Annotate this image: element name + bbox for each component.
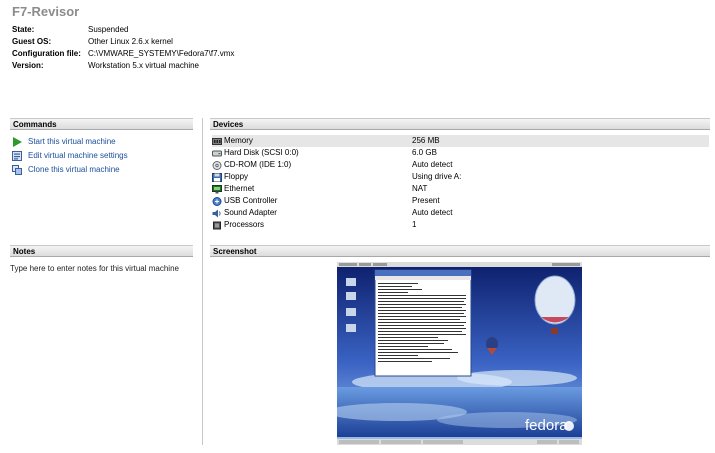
vm-title: F7-Revisor xyxy=(12,4,80,19)
device-name: USB Controller xyxy=(224,196,278,205)
edit-vm-settings-label: Edit virtual machine settings xyxy=(28,151,128,160)
device-row-memory[interactable]: Memory 256 MB xyxy=(212,135,709,147)
processor-icon xyxy=(212,221,222,230)
settings-icon xyxy=(12,151,22,161)
notes-header: Notes xyxy=(10,245,193,257)
device-name: Hard Disk (SCSI 0:0) xyxy=(224,148,299,157)
edit-vm-settings-button[interactable]: Edit virtual machine settings xyxy=(12,150,128,162)
device-name: Memory xyxy=(224,136,253,145)
info-row-config-file: Configuration file: C:\VMWARE_SYSTEMY\Fe… xyxy=(12,48,234,60)
info-key: Guest OS: xyxy=(12,37,52,46)
device-value: 256 MB xyxy=(412,136,440,145)
cdrom-icon xyxy=(212,160,222,170)
panel-divider xyxy=(202,118,203,445)
info-key: Version: xyxy=(12,61,44,70)
clone-vm-button[interactable]: Clone this virtual machine xyxy=(12,164,120,176)
device-value: Present xyxy=(412,196,440,205)
notes-field[interactable]: Type here to enter notes for this virtua… xyxy=(10,264,179,273)
device-row-usb[interactable]: USB Controller Present xyxy=(212,195,709,207)
usb-icon xyxy=(212,196,222,206)
info-row-state: State: Suspended xyxy=(12,24,234,36)
clone-icon xyxy=(12,165,22,175)
device-name: Processors xyxy=(224,220,265,229)
device-name: Sound Adapter xyxy=(224,208,277,217)
screenshot-header: Screenshot xyxy=(210,245,710,257)
device-row-hard-disk[interactable]: Hard Disk (SCSI 0:0) 6.0 GB xyxy=(212,147,709,159)
info-key: State: xyxy=(12,25,35,34)
devices-header: Devices xyxy=(210,118,710,130)
device-value: Auto detect xyxy=(412,208,453,217)
info-value: C:\VMWARE_SYSTEMY\Fedora7\f7.vmx xyxy=(88,49,235,58)
vm-info: State: Suspended Guest OS: Other Linux 2… xyxy=(12,24,234,72)
device-row-ethernet[interactable]: Ethernet NAT xyxy=(212,183,709,195)
floppy-icon xyxy=(212,172,222,182)
fedora-logo-text: fedora xyxy=(525,417,568,434)
device-value: 1 xyxy=(412,220,417,229)
device-name: CD-ROM (IDE 1:0) xyxy=(224,160,292,169)
ethernet-icon xyxy=(212,184,222,194)
info-value: Other Linux 2.6.x kernel xyxy=(88,37,173,46)
start-vm-button[interactable]: Start this virtual machine xyxy=(12,136,116,148)
start-vm-label: Start this virtual machine xyxy=(28,137,116,146)
memory-icon xyxy=(212,137,222,146)
clone-vm-label: Clone this virtual machine xyxy=(28,165,120,174)
sound-icon xyxy=(212,209,222,218)
play-icon xyxy=(12,137,22,147)
device-row-sound[interactable]: Sound Adapter Auto detect xyxy=(212,207,709,219)
device-value: Using drive A: xyxy=(412,172,462,181)
commands-header: Commands xyxy=(10,118,193,130)
device-row-cdrom[interactable]: CD-ROM (IDE 1:0) Auto detect xyxy=(212,159,709,171)
info-key: Configuration file: xyxy=(12,49,81,58)
device-name: Floppy xyxy=(224,172,249,181)
info-row-guest-os: Guest OS: Other Linux 2.6.x kernel xyxy=(12,36,234,48)
device-row-processors[interactable]: Processors 1 xyxy=(212,219,709,231)
info-value: Suspended xyxy=(88,25,129,34)
device-row-floppy[interactable]: Floppy Using drive A: xyxy=(212,171,709,183)
device-name: Ethernet xyxy=(224,184,255,193)
device-value: 6.0 GB xyxy=(412,148,437,157)
device-value: NAT xyxy=(412,184,428,193)
info-row-version: Version: Workstation 5.x virtual machine xyxy=(12,60,234,72)
hard-disk-icon xyxy=(212,149,222,158)
device-value: Auto detect xyxy=(412,160,453,169)
info-value: Workstation 5.x virtual machine xyxy=(88,61,200,70)
vm-screenshot: fedora xyxy=(337,262,582,445)
